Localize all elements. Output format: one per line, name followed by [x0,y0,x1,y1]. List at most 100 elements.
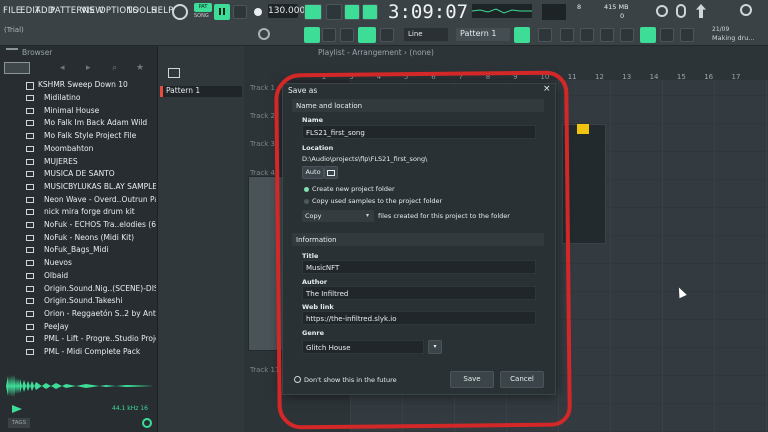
dont-show-checkbox[interactable] [294,376,301,383]
browser-folder-item[interactable]: NoFuk_Bags_Midi [0,245,156,258]
browser-folder-item[interactable]: Origin.Sound.Takeshi [0,296,156,309]
record-button[interactable] [254,8,262,16]
browser-icon[interactable] [620,28,634,42]
step-seq-icon[interactable] [580,28,594,42]
genre-dropdown-icon[interactable]: ▾ [428,340,442,354]
title-label: Title [302,252,319,260]
countdown-icon[interactable] [344,4,360,20]
close-icon[interactable]: × [543,84,551,94]
browser-folder-item[interactable]: NoFuk - Neons (Midi Kit) [0,233,156,246]
pattern-selector[interactable]: Pattern 1 [456,28,510,41]
browser-folder-item[interactable]: Mo Falk Style Project File [0,131,156,144]
loop-record-icon[interactable] [362,4,378,20]
track-label[interactable]: Track 1 [250,84,275,92]
section-name-location[interactable]: Name and location [292,99,544,112]
piano-roll-icon[interactable] [322,28,336,42]
name-field[interactable]: FLS21_first_song [302,125,536,139]
menu-help[interactable]: HELP [151,6,173,16]
save-button[interactable]: Save [450,371,494,388]
play-button[interactable] [214,4,230,20]
browser-search-icon[interactable]: ⌕ [112,63,117,73]
pause-icon[interactable] [233,5,247,19]
pin-icon[interactable] [680,28,694,42]
main-pitch-knob[interactable] [258,28,270,40]
pencil-icon[interactable] [358,27,376,43]
undo-icon[interactable] [340,28,354,42]
metronome-icon[interactable] [304,4,322,20]
pat-song-toggle[interactable]: PAT [194,3,212,12]
browser-folder-item[interactable]: Orion - Reggaetón S..2 by Antian Rose [0,309,156,322]
browser-folder-item[interactable]: Olbaid [0,271,156,284]
browser-folder-item[interactable]: Mo Falk Im Back Adam Wild [0,118,156,131]
browser-folder-item[interactable]: PeeJay [0,322,156,335]
tempo-display[interactable]: 130.000 [268,4,305,18]
browser-back-icon[interactable]: ◂ [60,63,65,73]
copy-samples-radio[interactable] [304,199,309,204]
menu-file[interactable]: FILE [3,6,21,16]
browser-forward-icon[interactable]: ▸ [86,63,91,73]
browser-folder-item[interactable]: MUJERES [0,157,156,170]
cancel-button[interactable]: Cancel [500,371,544,388]
master-volume-knob[interactable] [172,4,188,20]
plugin-icon[interactable] [640,27,656,43]
song-time-display[interactable]: 3:09:07 [388,1,468,23]
browser-menu-icon[interactable] [6,48,18,56]
browser-title: Browser [22,48,53,57]
pattern-plus-icon[interactable] [514,27,530,43]
create-folder-radio[interactable] [304,187,309,192]
folder-icon [26,158,34,165]
refresh-icon[interactable] [656,5,668,17]
browser-folder-item[interactable]: PML - Midi Complete Pack [0,347,156,360]
folder-icon [26,95,34,101]
channel-rack-icon[interactable] [560,28,574,42]
create-folder-label: Create new project folder [312,185,395,193]
memory-value: 415 MB [604,3,629,11]
author-label: Author [302,278,328,286]
microphone-icon[interactable] [676,4,686,18]
news-text[interactable]: Making dru... [712,34,755,42]
chevron-down-icon: ▾ [366,212,370,219]
browser-item[interactable]: KSHMR Sweep Down 10 [0,80,156,93]
section-information[interactable]: Information [292,233,544,246]
touch-icon[interactable] [660,28,674,42]
browser-folder-item[interactable]: MUSICBYLUKAS BL.AY SAMPLER 2021 [0,182,156,195]
browser-star-icon[interactable]: ★ [136,63,144,73]
tags-search-icon[interactable] [142,418,152,428]
piano-icon[interactable] [168,68,180,78]
track-label[interactable]: Track 2 [250,112,275,120]
help-icon[interactable] [740,4,752,16]
browser-folder-item[interactable]: Moombahton [0,144,156,157]
track-label[interactable]: Track 11 [250,366,279,374]
browser-filter-button[interactable] [4,62,30,74]
browser-folder-item[interactable]: Origin.Sound.Nig..(SCENE)-DISCOVER [0,284,156,297]
browser-folder-item[interactable]: Nuevos [0,258,156,271]
auto-button[interactable]: Auto [302,166,324,179]
sample-info: 44.1 kHz 16 [112,405,148,412]
browser-folder-item[interactable]: PML - Lift - Progre..Studio Project File [0,334,156,347]
tags-button[interactable]: TAGS [8,418,30,428]
pattern-clip[interactable]: Pattern 1 [160,86,242,97]
weblink-field[interactable]: https://the-infiltred.slyk.io [302,311,536,325]
browser-folder-item[interactable]: NoFuk - ECHOS Tra..elodies (60+ pcs) [0,220,156,233]
wait-icon[interactable] [326,4,342,20]
track-label[interactable]: Track 3 [250,140,275,148]
browser-folder-item[interactable]: MUSICA DE SANTO [0,169,156,182]
browser-folder-item[interactable]: Minimal House [0,106,156,119]
copy-description: files created for this project to the fo… [378,212,510,220]
browser-folder-item[interactable]: Neon Wave - Overd..Outrun Patches [0,195,156,208]
browser-item-label: NoFuk - ECHOS Tra..elodies (60+ pcs) [44,220,156,229]
folder-icon [26,107,34,114]
mixer-icon[interactable] [538,28,552,42]
snap-select[interactable]: Line [404,28,448,41]
author-field[interactable]: The Infiltred [302,286,536,300]
browser-item-label: Minimal House [44,105,100,115]
fx-icon[interactable] [600,28,614,42]
snap-magnet-icon[interactable] [380,28,394,42]
copy-mode-select[interactable]: Copy [302,210,374,222]
genre-field[interactable]: Glitch House [302,340,424,354]
folder-icon[interactable] [324,166,338,179]
browser-folder-item[interactable]: Midilatino [0,93,156,106]
playlist-icon[interactable] [304,27,320,43]
browser-folder-item[interactable]: nick mira forge drum kit [0,207,156,220]
title-field[interactable]: MusicNFT [302,260,536,274]
